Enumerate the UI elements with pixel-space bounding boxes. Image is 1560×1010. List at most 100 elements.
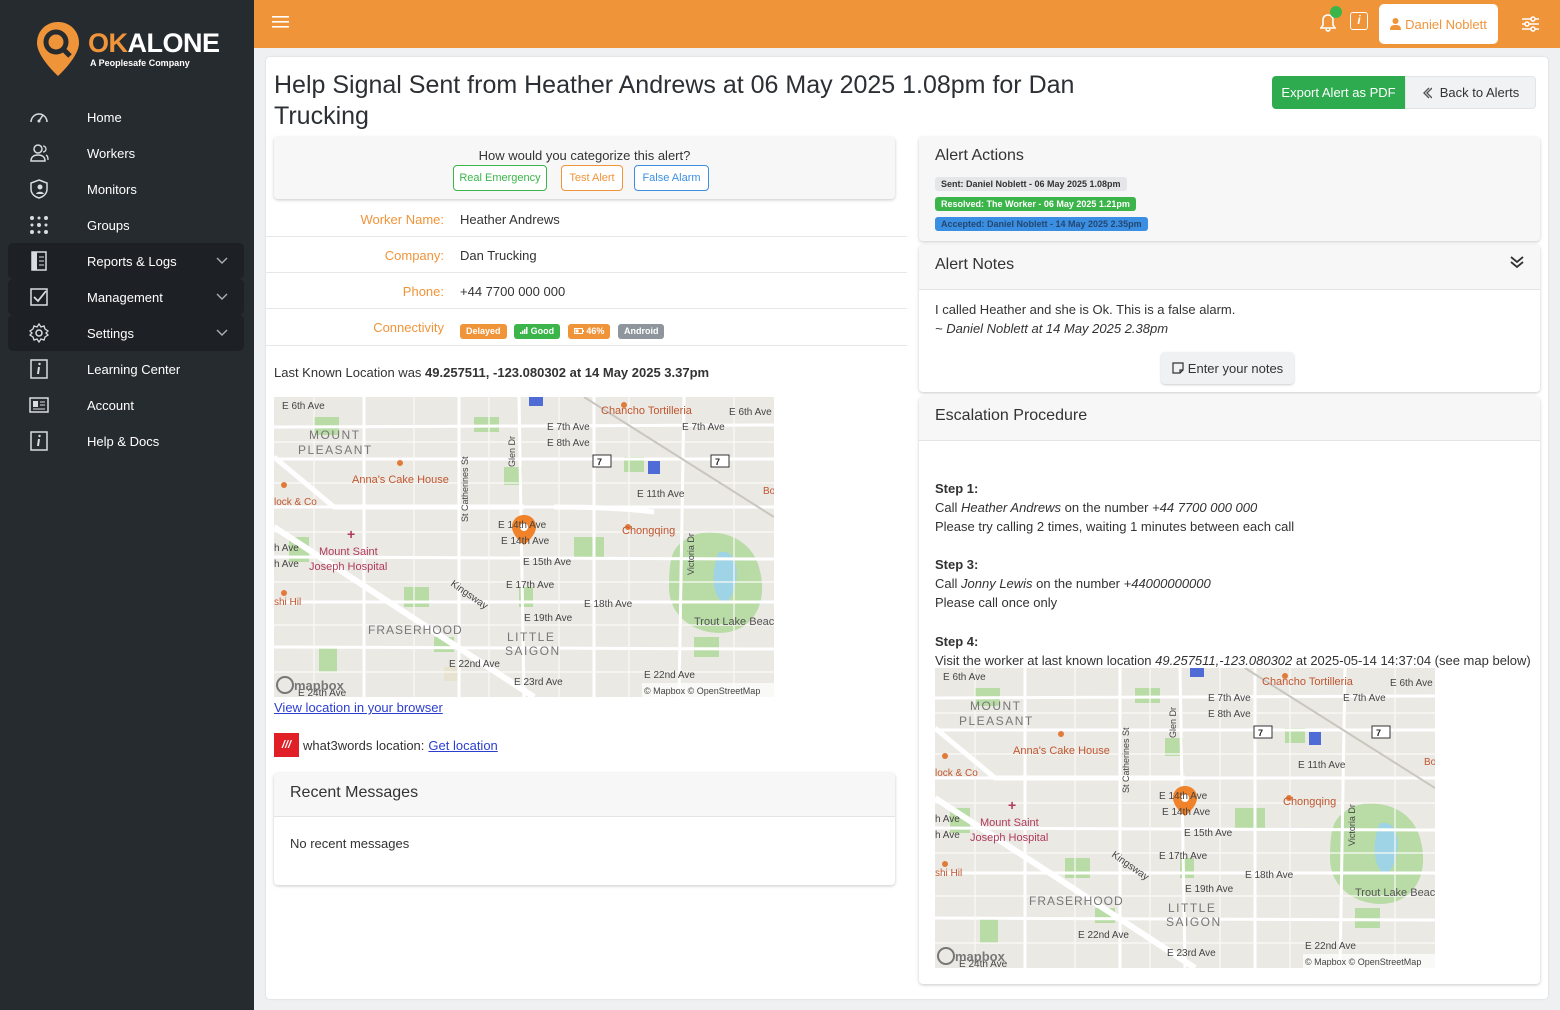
- sidebar-item-label: Help & Docs: [87, 434, 160, 449]
- info-icon: [30, 359, 48, 379]
- worker-name-value: Heather Andrews: [460, 212, 560, 227]
- svg-text:Victoria Dr: Victoria Dr: [686, 533, 696, 575]
- sidebar-item-account[interactable]: Account: [8, 387, 244, 423]
- test-alert-button[interactable]: Test Alert: [561, 165, 623, 191]
- export-pdf-button[interactable]: Export Alert as PDF: [1272, 76, 1405, 109]
- speedometer-icon: [30, 113, 48, 123]
- top-bar: i Daniel Noblett: [254, 0, 1560, 48]
- sidebar-item-groups[interactable]: Groups: [8, 207, 244, 243]
- get-location-link[interactable]: Get location: [428, 738, 497, 753]
- sent-badge: Sent: Daniel Noblett - 06 May 2025 1.08p…: [935, 177, 1127, 191]
- connectivity-row: Connectivity Delayed Good 46% Android: [266, 309, 907, 346]
- back-to-alerts-button[interactable]: Back to Alerts: [1405, 76, 1536, 109]
- sidebar-item-label: Monitors: [87, 182, 137, 197]
- location-map[interactable]: + E 6th Ave E 7th Ave E 8th Ave E 7th Av…: [274, 397, 774, 697]
- sidebar-nav: Home Workers Monitors Groups Reports & L…: [8, 99, 244, 459]
- battery-icon: [573, 328, 584, 334]
- recent-messages-title: Recent Messages: [290, 784, 419, 801]
- okalone-logo[interactable]: OKALONE A Peoplesafe Company: [34, 20, 224, 80]
- chevron-down-icon: [216, 257, 228, 264]
- location-value: 49.257511, -123.080302 at 14 May 2025 3.…: [425, 365, 710, 380]
- svg-text:E 15th Ave: E 15th Ave: [523, 557, 572, 568]
- user-name: Daniel Noblett: [1405, 16, 1487, 32]
- info-icon[interactable]: i: [1350, 12, 1368, 30]
- escalation-step-4: Step 4: Visit the worker at last known l…: [935, 634, 1531, 668]
- recent-messages-card: Recent Messages No recent messages: [274, 773, 895, 885]
- alert-actions-title: Alert Actions: [935, 147, 1024, 164]
- sidebar-item-reports[interactable]: Reports & Logs: [8, 243, 244, 279]
- report-icon: [31, 251, 47, 271]
- sidebar-item-workers[interactable]: Workers: [8, 135, 244, 171]
- svg-text:E 22nd Ave: E 22nd Ave: [644, 670, 695, 681]
- svg-text:E 8th Ave: E 8th Ave: [547, 438, 590, 449]
- svg-text:Mount Saint: Mount Saint: [319, 546, 378, 558]
- note-author: ~ Daniel Noblett at 14 May 2025 2.38pm: [935, 321, 1169, 336]
- svg-text:Trout Lake Beach: Trout Lake Beach: [1355, 887, 1435, 899]
- alert-notes-title: Alert Notes: [935, 256, 1015, 273]
- hamburger-menu-icon[interactable]: [272, 15, 289, 29]
- svg-text:Anna's Cake House: Anna's Cake House: [1013, 745, 1110, 757]
- worker-name-label: Worker Name:: [360, 212, 444, 227]
- false-alarm-button[interactable]: False Alarm: [634, 165, 709, 191]
- accepted-badge: Accepted: Daniel Noblett - 14 May 2025 2…: [935, 217, 1148, 231]
- enter-notes-button[interactable]: Enter your notes: [1161, 352, 1294, 384]
- svg-text:Chongqing: Chongqing: [1283, 796, 1336, 808]
- svg-text:E 6th Ave: E 6th Ave: [943, 672, 986, 683]
- escalation-step-1: Step 1: Call Heather Andrews on the numb…: [935, 481, 1295, 534]
- svg-text:h Ave: h Ave: [935, 830, 960, 841]
- sidebar-item-label: Learning Center: [87, 362, 181, 377]
- svg-text:E 11th Ave: E 11th Ave: [637, 489, 685, 500]
- svg-text:E 14th Ave: E 14th Ave: [498, 520, 547, 531]
- resolved-badge: Resolved: The Worker - 06 May 2025 1.21p…: [935, 197, 1136, 211]
- svg-text:SAIGON: SAIGON: [505, 644, 561, 658]
- sliders-icon[interactable]: [1522, 16, 1539, 32]
- svg-text:E 17th Ave: E 17th Ave: [1159, 851, 1208, 862]
- svg-text:E 19th Ave: E 19th Ave: [524, 613, 573, 624]
- sidebar: OKALONE A Peoplesafe Company Home Worker…: [0, 0, 254, 1010]
- info-icon: [30, 431, 48, 451]
- svg-text:mapbox: mapbox: [294, 678, 345, 693]
- svg-text:E 8th Ave: E 8th Ave: [1208, 709, 1251, 720]
- sidebar-item-label: Workers: [87, 146, 136, 161]
- brand-tagline: A Peoplesafe Company: [90, 58, 190, 68]
- svg-text:shi Hil: shi Hil: [935, 868, 962, 879]
- page-title: Help Signal Sent from Heather Andrews at…: [274, 71, 1075, 130]
- sidebar-item-home[interactable]: Home: [8, 99, 244, 135]
- escalation-map[interactable]: + E 6th Ave E 7th Ave E 8th Ave E 7th Av…: [935, 668, 1435, 968]
- svg-text:mapbox: mapbox: [955, 949, 1006, 964]
- svg-text:St Catherines St: St Catherines St: [1121, 727, 1131, 793]
- user-menu-button[interactable]: Daniel Noblett: [1379, 4, 1498, 44]
- svg-text:E 11th Ave: E 11th Ave: [1298, 760, 1346, 771]
- what3words-row: /// what3words location: Get location: [274, 733, 498, 757]
- sidebar-item-help-docs[interactable]: Help & Docs: [8, 423, 244, 459]
- svg-text:MOUNT: MOUNT: [309, 428, 361, 442]
- view-location-link[interactable]: View location in your browser: [274, 700, 443, 715]
- collapse-chevron-icon[interactable]: [1510, 255, 1524, 269]
- categorize-box: How would you categorize this alert? Rea…: [274, 137, 895, 199]
- sidebar-item-monitors[interactable]: Monitors: [8, 171, 244, 207]
- svg-text:Chancho Tortilleria: Chancho Tortilleria: [1262, 676, 1354, 688]
- svg-text:SAIGON: SAIGON: [1166, 915, 1222, 929]
- sidebar-item-label: Management: [87, 290, 163, 305]
- sidebar-item-learning-center[interactable]: Learning Center: [8, 351, 244, 387]
- svg-text:PLEASANT: PLEASANT: [959, 714, 1034, 728]
- svg-text:h Ave: h Ave: [274, 543, 299, 554]
- svg-text:FRASERHOOD: FRASERHOOD: [368, 623, 463, 637]
- sidebar-item-management[interactable]: Management: [8, 279, 244, 315]
- sidebar-item-settings[interactable]: Settings: [8, 315, 244, 351]
- svg-text:LITTLE: LITTLE: [1168, 901, 1216, 915]
- phone-value: +44 7700 000 000: [460, 284, 566, 299]
- svg-text:E 7th Ave: E 7th Ave: [547, 422, 590, 433]
- svg-text:E 14th Ave: E 14th Ave: [501, 536, 550, 547]
- real-emergency-button[interactable]: Real Emergency: [453, 165, 547, 191]
- signal-bars-icon: [520, 327, 528, 334]
- svg-text:LITTLE: LITTLE: [507, 630, 555, 644]
- svg-text:E 18th Ave: E 18th Ave: [584, 599, 633, 610]
- delayed-badge: Delayed: [460, 324, 507, 339]
- svg-text:E 14th Ave: E 14th Ave: [1162, 807, 1211, 818]
- svg-text:shi Hil: shi Hil: [274, 597, 301, 608]
- svg-text:E 14th Ave: E 14th Ave: [1159, 791, 1208, 802]
- svg-text:E 22nd Ave: E 22nd Ave: [1078, 930, 1129, 941]
- user-icon: [1390, 18, 1402, 30]
- sidebar-item-label: Groups: [87, 218, 130, 233]
